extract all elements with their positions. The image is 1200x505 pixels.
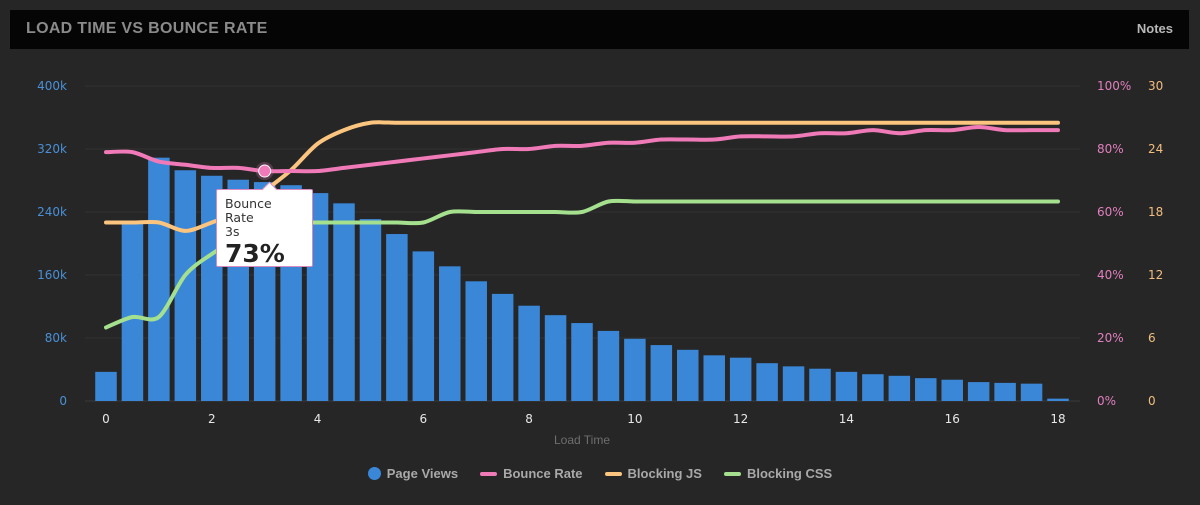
bar <box>809 368 831 401</box>
bar <box>835 371 858 401</box>
bar <box>941 379 963 401</box>
y-tick-left: 320k <box>37 142 67 156</box>
bar <box>1047 398 1069 401</box>
y-tick-percent: 40% <box>1097 268 1124 282</box>
bar <box>597 330 620 401</box>
bar <box>862 374 884 401</box>
x-tick: 2 <box>208 412 216 426</box>
bar <box>544 315 567 401</box>
x-tick: 6 <box>420 412 428 426</box>
legend-line-icon <box>723 471 741 476</box>
y-tick-js: 12 <box>1148 268 1163 282</box>
legend-item-blocking-css[interactable]: Blocking CSS <box>723 466 833 481</box>
bar <box>439 266 461 401</box>
bar <box>703 355 725 401</box>
x-tick: 4 <box>314 412 322 426</box>
bar <box>386 234 408 401</box>
y-tick-percent: 100% <box>1097 79 1131 93</box>
y-tick-left: 400k <box>37 79 67 93</box>
bar <box>148 157 170 401</box>
highlight-point <box>258 164 272 178</box>
bar <box>571 323 593 401</box>
legend-label: Page Views <box>386 466 459 481</box>
y-tick-percent: 80% <box>1097 142 1124 156</box>
y-tick-left: 160k <box>37 268 67 282</box>
x-tick: 16 <box>945 412 960 426</box>
x-tick: 10 <box>627 412 642 426</box>
y-tick-js: 6 <box>1148 331 1156 345</box>
legend-item-page-views[interactable]: Page Views <box>367 466 459 481</box>
tooltip-x: 3s <box>225 224 240 239</box>
y-tick-js: 0 <box>1148 394 1156 408</box>
tooltip: Bounce Rate 3s 73% <box>216 189 313 268</box>
chart-canvas: 0 0% 080k 20% 6160k 40% 12240k 60% 18320k 80% 2440… <box>37 79 1163 447</box>
x-tick: 12 <box>733 412 748 426</box>
bar <box>677 349 699 401</box>
x-tick: 18 <box>1050 412 1065 426</box>
bar <box>729 357 752 401</box>
y-tick-left: 0 <box>59 394 67 408</box>
bar <box>518 305 540 401</box>
bar <box>333 203 355 401</box>
bar <box>756 363 778 401</box>
bar <box>915 378 937 401</box>
legend-line-icon <box>480 471 498 476</box>
bar <box>967 382 990 401</box>
y-tick-js: 18 <box>1148 205 1163 219</box>
x-tick: 14 <box>839 412 854 426</box>
bar <box>465 281 487 401</box>
y-tick-percent: 60% <box>1097 205 1124 219</box>
bar <box>491 293 514 401</box>
y-tick-percent: 0% <box>1097 394 1116 408</box>
legend-item-bounce-rate[interactable]: Bounce Rate <box>480 466 583 481</box>
legend-label: Blocking JS <box>627 466 702 481</box>
tooltip-series: Bounce Rate <box>225 196 272 225</box>
highlight-marker <box>255 162 274 181</box>
y-tick-js: 24 <box>1148 142 1163 156</box>
x-axis-label: Load Time <box>554 433 610 447</box>
tooltip-value: 73% <box>225 239 285 268</box>
bar <box>782 366 805 401</box>
y-tick-left: 240k <box>37 205 67 219</box>
legend-item-blocking-js[interactable]: Blocking JS <box>604 466 702 481</box>
y-tick-js: 30 <box>1148 79 1163 93</box>
x-tick: 8 <box>525 412 533 426</box>
legend-line-icon <box>604 471 622 476</box>
y-tick-percent: 20% <box>1097 331 1124 345</box>
bar <box>624 338 646 401</box>
y-tick-left: 80k <box>45 331 67 345</box>
bar <box>95 371 117 401</box>
legend: Page Views Bounce Rate Blocking JS Block… <box>0 466 1200 481</box>
bar <box>359 219 382 401</box>
bar <box>888 375 911 401</box>
x-tick: 0 <box>102 412 110 426</box>
bar <box>994 382 1016 401</box>
bar <box>650 345 673 401</box>
bar <box>121 222 144 401</box>
bar <box>412 251 435 401</box>
bar <box>1020 383 1043 401</box>
legend-label: Blocking CSS <box>746 466 833 481</box>
legend-label: Bounce Rate <box>503 466 583 481</box>
legend-dot-icon <box>367 467 381 480</box>
